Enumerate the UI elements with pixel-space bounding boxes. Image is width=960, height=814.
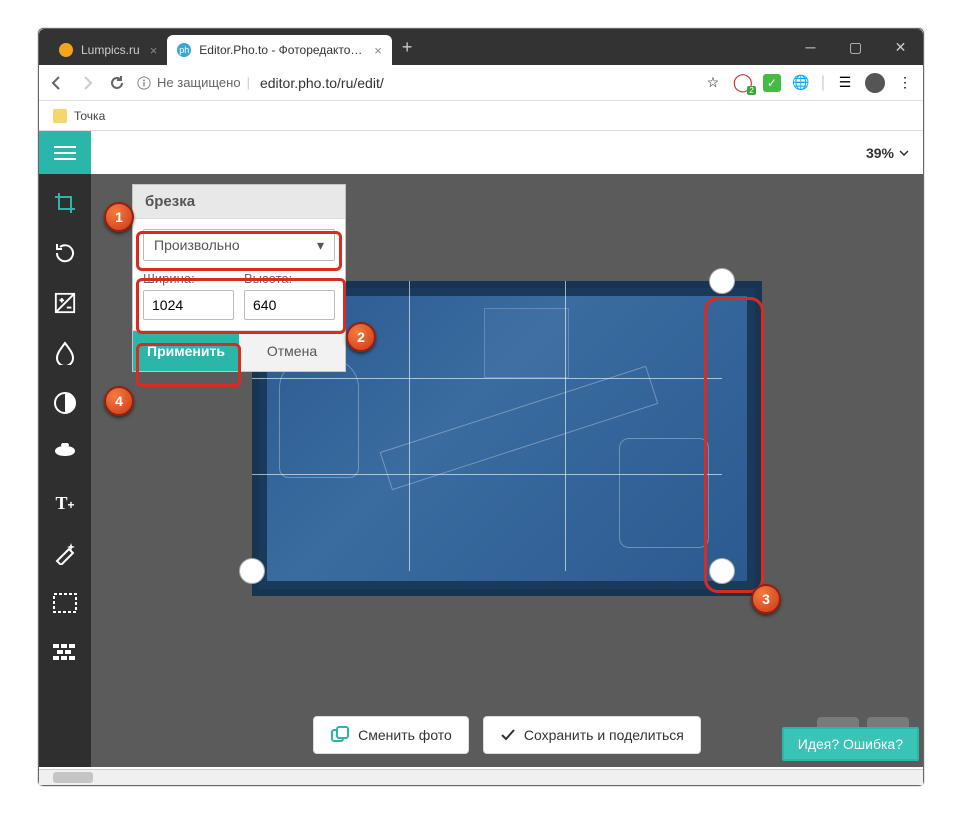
reload-button[interactable] [107, 73, 127, 93]
crop-panel: брезка Произвольно ▾ Ширина: Высота: При… [132, 184, 346, 372]
opera-ext-icon[interactable]: ◯2 [733, 73, 753, 93]
security-text: Не защищено [157, 75, 241, 90]
blur-tool[interactable] [50, 338, 80, 368]
crop-tool[interactable] [50, 188, 80, 218]
profile-avatar[interactable] [865, 73, 885, 93]
star-icon[interactable]: ☆ [703, 73, 723, 93]
close-icon[interactable]: × [374, 43, 382, 58]
height-label: Высота: [244, 271, 335, 286]
info-icon [137, 76, 151, 90]
zoom-indicator[interactable]: 39% [866, 131, 909, 174]
width-label: Ширина: [143, 271, 234, 286]
bookmarks-bar: Точка [39, 101, 923, 131]
crop-handle-tr[interactable] [709, 268, 735, 294]
exposure-tool[interactable] [50, 288, 80, 318]
frames-tool[interactable] [50, 588, 80, 618]
swap-icon [330, 725, 350, 745]
reading-list-icon[interactable]: ☰ [835, 73, 855, 93]
horizontal-scrollbar[interactable] [39, 769, 923, 785]
address-bar: Не защищено | editor.pho.to/ru/edit/ ☆ ◯… [39, 65, 923, 101]
rotate-tool[interactable] [50, 238, 80, 268]
favicon-editor: ph [177, 43, 191, 57]
app-topbar: 39% [39, 131, 923, 174]
textures-tool[interactable] [50, 638, 80, 668]
browser-titlebar: Lumpics.ru × ph Editor.Pho.to - Фотореда… [39, 29, 923, 65]
close-button[interactable]: ✕ [878, 39, 923, 56]
annotation-marker-4: 4 [104, 386, 134, 416]
menu-icon[interactable]: ⋮ [895, 73, 915, 93]
zoom-value: 39% [866, 145, 894, 161]
effects-tool[interactable] [50, 538, 80, 568]
stickers-tool[interactable] [50, 438, 80, 468]
annotation-marker-2: 2 [346, 322, 376, 352]
security-indicator[interactable]: Не защищено | [137, 75, 250, 90]
maximize-button[interactable]: ▢ [833, 39, 878, 56]
caret-down-icon: ▾ [317, 237, 324, 254]
cancel-button[interactable]: Отмена [239, 331, 345, 371]
back-button[interactable] [47, 73, 67, 93]
tab-lumpics[interactable]: Lumpics.ru × [49, 35, 167, 65]
globe-ext-icon[interactable]: 🌐 [791, 73, 811, 93]
chevron-down-icon [899, 150, 909, 156]
button-label: Сменить фото [358, 727, 452, 743]
tab-title: Lumpics.ru [81, 43, 140, 57]
crop-handle-br[interactable] [709, 558, 735, 584]
ext-badge: 2 [747, 86, 755, 95]
tab-editor[interactable]: ph Editor.Pho.to - Фоторедактор он × [167, 35, 392, 65]
forward-button[interactable] [77, 73, 97, 93]
close-icon[interactable]: × [150, 43, 158, 58]
favicon-lumpics [59, 43, 73, 57]
bookmark-item[interactable]: Точка [74, 109, 105, 123]
hamburger-button[interactable] [39, 131, 91, 174]
url-text[interactable]: editor.pho.to/ru/edit/ [260, 75, 693, 91]
change-photo-button[interactable]: Сменить фото [313, 716, 469, 754]
height-input[interactable] [244, 290, 335, 320]
minimize-button[interactable]: ─ [788, 39, 833, 55]
crop-handle-bl[interactable] [239, 558, 265, 584]
feedback-button[interactable]: Идея? Ошибка? [782, 727, 919, 761]
apply-button[interactable]: Применить [133, 331, 239, 371]
annotation-marker-1: 1 [104, 202, 134, 232]
annotation-marker-3: 3 [751, 584, 781, 614]
scrollbar-thumb[interactable] [53, 772, 93, 783]
button-label: Сохранить и поделиться [524, 727, 684, 743]
panel-title: брезка [133, 185, 345, 218]
check-icon [500, 727, 516, 743]
save-share-button[interactable]: Сохранить и поделиться [483, 716, 701, 754]
tab-title: Editor.Pho.to - Фоторедактор он [199, 43, 364, 57]
left-toolbar: T+ [39, 174, 91, 767]
aspect-ratio-select[interactable]: Произвольно ▾ [143, 229, 335, 261]
folder-icon [53, 109, 67, 123]
contrast-tool[interactable] [50, 388, 80, 418]
width-input[interactable] [143, 290, 234, 320]
check-ext-icon[interactable]: ✓ [763, 74, 781, 92]
dropdown-value: Произвольно [154, 237, 240, 253]
text-tool[interactable]: T+ [50, 488, 80, 518]
new-tab-button[interactable]: + [392, 37, 423, 58]
